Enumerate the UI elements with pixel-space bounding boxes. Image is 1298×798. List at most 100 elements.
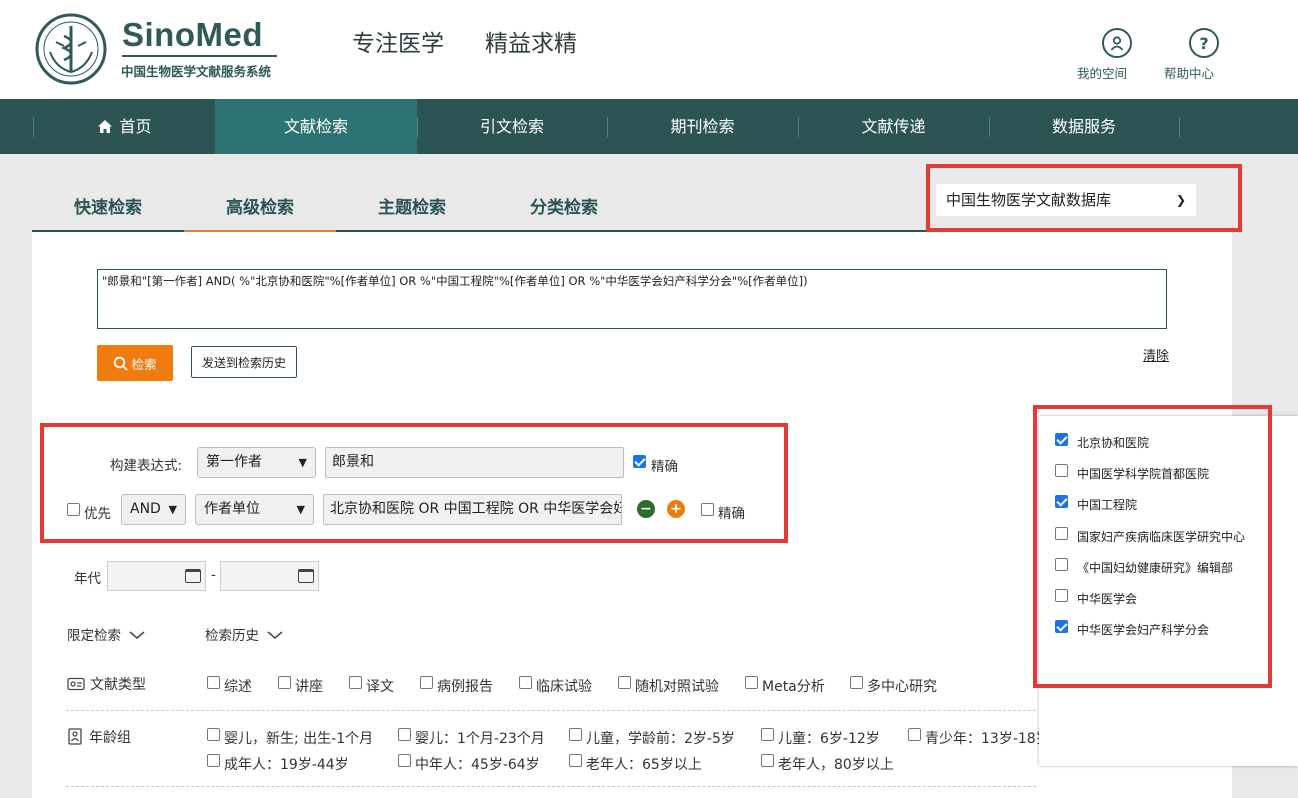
affiliation-option[interactable]: 国家妇产疾病临床医学研究中心	[1077, 528, 1245, 545]
exact-checkbox-row1[interactable]	[633, 455, 646, 468]
tab-advanced-search[interactable]: 高级检索	[184, 193, 336, 218]
expression-builder-highlight-box	[40, 423, 788, 543]
user-icon	[1102, 28, 1132, 58]
nav-separator	[1179, 117, 1180, 137]
year-label: 年代	[74, 571, 101, 587]
year-dash: -	[211, 567, 216, 583]
affiliation-checkbox[interactable]	[1055, 620, 1068, 633]
database-selected: 中国生物医学文献数据库	[946, 191, 1112, 209]
doctype-checkbox[interactable]	[519, 676, 532, 689]
section-divider	[66, 786, 1036, 787]
affiliation-checkbox[interactable]	[1055, 495, 1068, 508]
doctype-option: 随机对照试验	[635, 679, 719, 695]
main-nav: 首页 文献检索 引文检索 期刊检索 文献传递 数据服务	[0, 99, 1298, 154]
affiliation-option[interactable]: 中国工程院	[1077, 496, 1137, 513]
priority-label: 优先	[84, 506, 111, 522]
tab-classification-search[interactable]: 分类检索	[488, 193, 640, 218]
doctype-checkbox[interactable]	[278, 676, 291, 689]
age-checkbox[interactable]	[207, 754, 220, 767]
doctype-option: 多中心研究	[867, 679, 937, 695]
age-checkbox[interactable]	[908, 728, 921, 741]
doctype-option: 病例报告	[437, 679, 493, 695]
age-group-label: 年龄组	[67, 727, 131, 747]
value-input-row1[interactable]: 郎景和	[325, 447, 624, 478]
age-checkbox[interactable]	[207, 728, 220, 741]
remove-row-button[interactable]: −	[637, 500, 655, 518]
search-history-toggle[interactable]: 检索历史	[205, 624, 283, 644]
person-icon	[68, 728, 82, 745]
age-option: 青少年：13岁-18岁	[925, 731, 1050, 747]
doctype-checkbox[interactable]	[420, 676, 433, 689]
doctype-checkbox[interactable]	[618, 676, 631, 689]
affiliation-option[interactable]: 《中国妇幼健康研究》编辑部	[1077, 559, 1233, 576]
doctype-checkbox[interactable]	[850, 676, 863, 689]
affiliation-checkbox[interactable]	[1055, 433, 1068, 446]
age-checkbox[interactable]	[398, 728, 411, 741]
limit-search-toggle[interactable]: 限定检索	[67, 624, 145, 644]
clear-link[interactable]: 清除	[1143, 345, 1169, 364]
document-type-icon	[67, 677, 85, 691]
doctype-checkbox[interactable]	[349, 676, 362, 689]
search-expression-textarea[interactable]: "郎景和"[第一作者] AND( %"北京协和医院"%[作者单位] OR %"中…	[97, 269, 1167, 329]
age-option: 中年人：45岁-64岁	[415, 757, 540, 773]
affiliation-checkbox[interactable]	[1055, 558, 1068, 571]
affiliation-checkbox[interactable]	[1055, 589, 1068, 602]
age-option: 儿童，学龄前：2岁-5岁	[586, 731, 735, 747]
search-button[interactable]: 检索	[97, 345, 173, 381]
slogan-2: 精益求精	[485, 31, 577, 57]
chevron-down-icon	[129, 628, 145, 644]
field-select-row1[interactable]: 第一作者 ▼	[197, 447, 316, 478]
age-checkbox[interactable]	[761, 728, 774, 741]
age-option: 婴儿：1个月-23个月	[415, 731, 545, 747]
nav-item-document-delivery[interactable]: 文献传递	[798, 99, 989, 154]
nav-item-home[interactable]: 首页	[34, 99, 215, 154]
sinomed-logo-icon[interactable]	[34, 12, 108, 86]
nav-item-citation-search[interactable]: 引文检索	[417, 99, 607, 154]
doctype-checkbox[interactable]	[207, 676, 220, 689]
home-icon	[97, 100, 113, 155]
age-checkbox[interactable]	[398, 754, 411, 767]
age-checkbox[interactable]	[569, 754, 582, 767]
doctype-option: 综述	[224, 679, 252, 695]
year-end-input[interactable]	[220, 561, 319, 591]
age-checkbox[interactable]	[569, 728, 582, 741]
calendar-icon[interactable]	[298, 569, 314, 583]
exact-checkbox-row2[interactable]	[701, 503, 714, 516]
year-start-input[interactable]	[107, 561, 206, 591]
value-input-row2[interactable]: 北京协和医院 OR 中国工程院 OR 中华医学会妇	[323, 494, 622, 525]
help-center-button[interactable]: ? 帮助中心	[1164, 28, 1244, 81]
affiliation-option[interactable]: 中华医学会妇产科学分会	[1077, 621, 1209, 638]
age-option: 老年人，80岁以上	[778, 757, 894, 773]
affiliation-checkbox[interactable]	[1055, 464, 1068, 477]
minus-icon: −	[640, 501, 652, 517]
limit-search-label: 限定检索	[67, 628, 121, 644]
calendar-icon[interactable]	[185, 569, 201, 583]
search-history-label: 检索历史	[205, 628, 259, 644]
affiliation-checkbox[interactable]	[1055, 527, 1068, 540]
tab-subject-search[interactable]: 主题检索	[336, 193, 488, 218]
affiliation-option[interactable]: 北京协和医院	[1077, 434, 1149, 451]
help-icon: ?	[1189, 28, 1219, 58]
age-checkbox[interactable]	[761, 754, 774, 767]
nav-item-journal-search[interactable]: 期刊检索	[607, 99, 798, 154]
brand-name[interactable]: SinoMed	[122, 16, 263, 54]
doctype-option: 临床试验	[536, 679, 592, 695]
chevron-down-icon: ▼	[298, 456, 307, 469]
nav-item-data-service[interactable]: 数据服务	[989, 99, 1179, 154]
section-divider	[66, 710, 1036, 711]
tab-quick-search[interactable]: 快速检索	[32, 193, 184, 218]
database-select[interactable]: 中国生物医学文献数据库 ❯	[936, 184, 1196, 216]
chevron-down-icon	[267, 628, 283, 644]
send-to-history-button[interactable]: 发送到检索历史	[191, 346, 297, 378]
field-select-row2[interactable]: 作者单位 ▼	[195, 494, 314, 525]
doctype-option: Meta分析	[762, 679, 825, 695]
doctype-checkbox[interactable]	[745, 676, 758, 689]
nav-item-literature-search[interactable]: 文献检索	[215, 99, 417, 154]
affiliation-option[interactable]: 中华医学会	[1077, 590, 1137, 607]
my-space-button[interactable]: 我的空间	[1077, 28, 1157, 81]
add-row-button[interactable]: +	[667, 500, 685, 518]
operator-select[interactable]: AND ▼	[121, 494, 186, 525]
exact-label-row1: 精确	[651, 459, 678, 475]
priority-checkbox[interactable]	[67, 503, 80, 516]
affiliation-option[interactable]: 中国医学科学院首都医院	[1077, 465, 1209, 482]
